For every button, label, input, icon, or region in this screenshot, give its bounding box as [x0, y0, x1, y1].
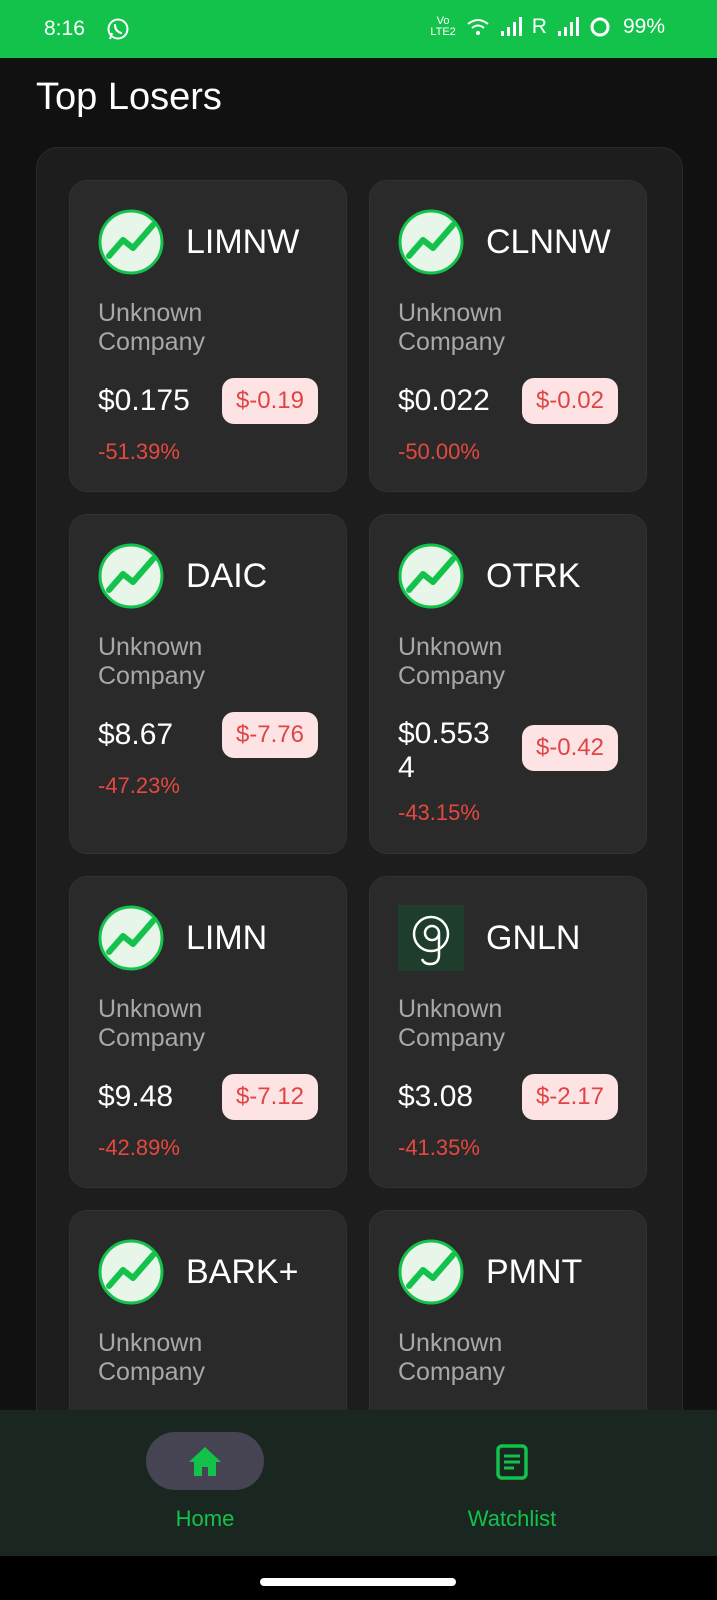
battery-percent: 99% — [622, 15, 665, 38]
nav-home[interactable]: Home — [55, 1410, 355, 1556]
stock-symbol: CLNNW — [486, 223, 611, 261]
status-icons: Vo LTE2 R 99% — [430, 15, 665, 39]
home-icon — [185, 1442, 225, 1482]
stock-price: $0.022 — [398, 384, 490, 417]
company-name: Unknown Company — [98, 1329, 205, 1386]
change-badge: $-7.12 — [221, 1074, 318, 1120]
volte-icon: Vo LTE2 — [430, 15, 456, 38]
company-name: Unknown Company — [398, 995, 505, 1052]
status-bar: 8:16 Vo LTE2 R 99% — [0, 0, 717, 58]
stock-symbol: OTRK — [486, 557, 581, 595]
stock-price: $3.08 — [398, 1080, 474, 1113]
stock-price: $9.48 — [98, 1080, 174, 1113]
trend-up-icon — [398, 1239, 464, 1305]
percent-change: -50.00% — [398, 439, 480, 464]
stock-symbol: LIMNW — [186, 223, 300, 261]
stock-symbol: PMNT — [486, 1253, 583, 1291]
stock-price-line1: $0.553 — [398, 717, 490, 750]
change-badge: $-2.17 — [521, 1074, 618, 1120]
bottom-navigation: Home Watchlist — [0, 1410, 717, 1556]
stock-price: $8.67 — [98, 718, 174, 751]
stock-price: $0.175 — [98, 384, 190, 417]
trend-up-icon — [98, 905, 164, 971]
company-name: Unknown Company — [398, 1329, 505, 1386]
stock-symbol: DAIC — [186, 557, 268, 595]
percent-change: -47.23% — [98, 773, 180, 798]
trend-up-icon — [398, 543, 464, 609]
stock-symbol: GNLN — [486, 919, 581, 957]
percent-change: -43.15% — [398, 800, 480, 825]
company-name: Unknown Company — [98, 633, 205, 690]
trend-up-icon — [98, 543, 164, 609]
stock-symbol: LIMN — [186, 919, 268, 957]
percent-change: -41.35% — [398, 1135, 480, 1160]
gesture-handle[interactable] — [260, 1578, 456, 1586]
battery-ring-icon — [589, 16, 611, 38]
page-title: Top Losers — [36, 76, 222, 118]
stock-card[interactable]: DAIC Unknown Company $8.67 $-7.76 -47.23… — [69, 514, 347, 854]
wifi-icon — [466, 17, 490, 37]
stock-card[interactable]: CLNNW Unknown Company $0.022 $-0.02 -50.… — [369, 180, 647, 492]
stock-card[interactable]: LIMNW Unknown Company $0.175 $-0.19 -51.… — [69, 180, 347, 492]
status-time: 8:16 — [44, 17, 85, 40]
stock-price: $0.553 4 — [398, 717, 490, 785]
signal-icon-2 — [557, 17, 579, 37]
roaming-label: R — [531, 15, 547, 38]
trend-up-icon — [398, 209, 464, 275]
stock-price-line2: 4 — [398, 751, 415, 784]
nav-watchlist-label: Watchlist — [467, 1506, 557, 1531]
stock-card[interactable]: GNLN Unknown Company $3.08 $-2.17 -41.35… — [369, 876, 647, 1188]
list-document-icon — [492, 1442, 532, 1482]
change-badge: $-0.42 — [521, 725, 618, 771]
stock-symbol: BARK+ — [186, 1253, 299, 1291]
trend-up-icon — [98, 209, 164, 275]
whatsapp-icon — [106, 17, 130, 41]
company-name: Unknown Company — [398, 633, 505, 690]
company-name: Unknown Company — [98, 299, 205, 356]
stock-card[interactable]: OTRK Unknown Company $0.553 4 $-0.42 -43… — [369, 514, 647, 854]
nav-watchlist[interactable]: Watchlist — [362, 1410, 662, 1556]
percent-change: -51.39% — [98, 439, 180, 464]
company-name: Unknown Company — [398, 299, 505, 356]
nav-home-label: Home — [175, 1506, 235, 1531]
signal-icon — [500, 17, 522, 37]
company-name: Unknown Company — [98, 995, 205, 1052]
losers-panel: LIMNW Unknown Company $0.175 $-0.19 -51.… — [36, 147, 683, 1522]
change-badge: $-0.19 — [221, 378, 318, 424]
greenlane-g-logo — [398, 905, 464, 971]
trend-up-icon — [98, 1239, 164, 1305]
change-badge: $-7.76 — [221, 712, 318, 758]
change-badge: $-0.02 — [521, 378, 618, 424]
percent-change: -42.89% — [98, 1135, 180, 1160]
stock-card[interactable]: LIMN Unknown Company $9.48 $-7.12 -42.89… — [69, 876, 347, 1188]
